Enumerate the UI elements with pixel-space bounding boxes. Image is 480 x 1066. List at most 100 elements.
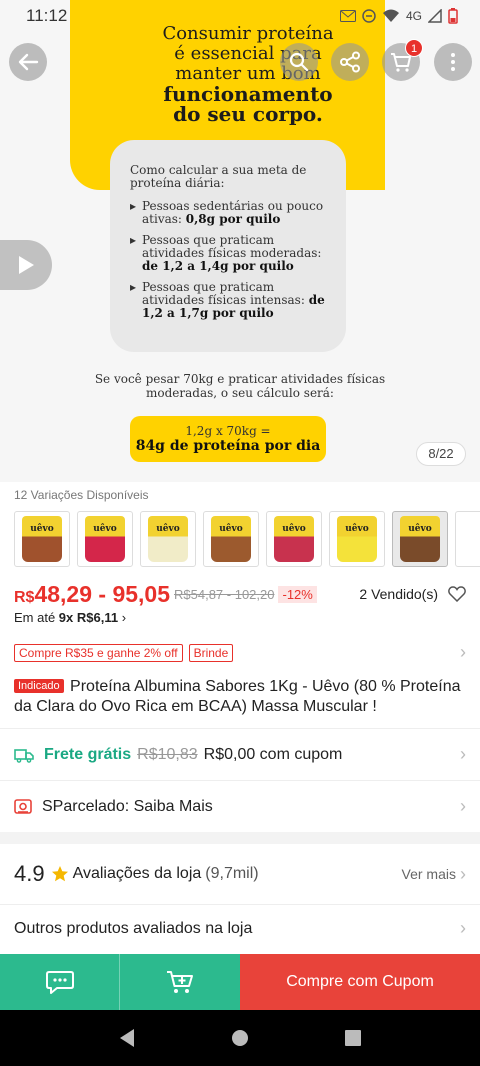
variation-thumbnail[interactable]: uêvo [140,511,196,567]
calc-text: Se você pesar 70kg e praticar atividades… [94,372,386,400]
brand-label: uêvo [30,524,54,534]
section-divider [0,832,480,844]
signal-icon [428,9,442,23]
chevron-right-icon: › [460,918,466,938]
variation-thumbnail[interactable]: uêvo [392,511,448,567]
play-video-button[interactable] [0,240,52,290]
shipping-row[interactable]: Frete grátis R$10,83 R$0,00 com cupom › [0,728,480,780]
brand-label: uêvo [282,524,306,534]
chevron-right-icon: › [460,744,466,764]
cart-count-badge: 1 [405,39,423,57]
brand-label: uêvo [408,524,432,534]
cart-button[interactable]: 1 [382,39,423,81]
variations-list: uêvo uêvo uêvo uêvo uêvo uêvo uêvo [14,511,480,567]
wifi-icon [382,9,399,22]
search-icon [289,52,309,72]
system-nav-bar [0,1010,480,1066]
star-icon [51,866,68,882]
product-bag-image: uêvo [400,516,440,562]
calc-line1: 1,2g x 70kg = [185,424,271,438]
variation-thumbnail[interactable] [455,511,480,567]
share-button[interactable] [331,43,369,81]
chevron-right-icon: › [460,642,466,662]
rating-label: Avaliações da loja [72,865,202,882]
installment-plan-row[interactable]: SParcelado: Saiba Mais › [0,780,480,832]
status-time: 11:12 [26,6,68,25]
brand-label: uêvo [93,524,117,534]
variation-thumbnail[interactable]: uêvo [266,511,322,567]
variation-thumbnail[interactable]: uêvo [77,511,133,567]
shipping-old-price: R$10,83 [137,745,198,763]
brand-label: uêvo [345,524,369,534]
old-price: R$54,87 - 102,20 [174,586,275,602]
promo-tag: Compre R$35 e ganhe 2% off [14,643,183,662]
free-shipping-label: Frete grátis [44,745,132,763]
product-bag-image: uêvo [274,516,314,562]
variation-thumbnail[interactable]: uêvo [329,511,385,567]
shipping-new-price: R$0,00 com cupom [203,745,343,763]
image-page-indicator: 8/22 [416,442,466,466]
gmail-icon [339,10,356,22]
product-title: Indicado Proteína Albumina Sabores 1Kg -… [14,678,461,715]
installment-icon [14,798,32,814]
chevron-right-icon: › [460,863,466,884]
price-row: R$48,29 - 95,05 R$54,87 - 102,20 -12% 2 … [14,580,466,608]
rating-score: 4.9 [14,861,45,886]
product-bag-image: uêvo [211,516,251,562]
arrow-left-icon [18,53,39,71]
headline-line: funcionamento [163,82,333,106]
variation-thumbnail[interactable]: uêvo [14,511,70,567]
store-rating-row[interactable]: 4.9 Avaliações da loja (9,7mil) Ver mais… [0,850,480,898]
indicado-badge: Indicado [14,679,64,693]
product-bag-image: uêvo [148,516,188,562]
nav-back-icon[interactable] [118,1028,136,1048]
heart-icon[interactable] [448,586,466,602]
product-bag-image: uêvo [85,516,125,562]
share-icon [340,51,360,73]
nav-home-icon[interactable] [231,1029,249,1047]
brand-label: uêvo [219,524,243,534]
play-icon [19,256,34,274]
installment-info[interactable]: Em até 9x R$6,11 › [14,610,126,625]
hero-headline: Consumir proteína é essencial para mante… [128,24,368,126]
info-item: Pessoas sedentárias ou pouco ativas: 0,8… [130,200,340,226]
status-icons: 4G [339,8,458,24]
see-more-link[interactable]: Ver mais [402,866,456,882]
status-bar: 11:12 4G [0,0,480,32]
more-options-button[interactable] [434,43,472,81]
chevron-right-icon: › [460,796,466,816]
do-not-disturb-icon [362,9,376,23]
truck-icon [14,748,34,763]
sold-count: 2 Vendido(s) [359,586,438,602]
battery-icon [448,8,458,24]
bottom-action-bar: Compre com Cupom [0,954,480,1010]
add-cart-icon [167,971,193,993]
rating-count: (9,7mil) [205,865,259,882]
headline-line: do seu corpo. [173,102,323,126]
buy-with-coupon-button[interactable]: Compre com Cupom [240,954,480,1010]
more-vertical-icon [451,53,455,71]
other-products-row[interactable]: Outros produtos avaliados na loja › [0,904,480,952]
info-item: Pessoas que praticam atividades físicas … [130,234,340,273]
gift-tag: Brinde [188,643,234,662]
product-bag-image: uêvo [337,516,377,562]
promo-tags-row[interactable]: Compre R$35 e ganhe 2% off Brinde › [14,642,466,663]
variations-label: 12 Variações Disponíveis [14,488,149,502]
price: R$48,29 - 95,05 [14,580,171,607]
calc-line2: 84g de proteína por dia [135,438,321,454]
protein-info-content: Como calcular a sua meta de proteína diá… [130,164,340,328]
network-label: 4G [405,9,422,23]
info-item: Pessoas que praticam atividades físicas … [130,281,340,320]
brand-label: uêvo [156,524,180,534]
other-products-label: Outros produtos avaliados na loja [14,919,253,937]
discount-badge: -12% [278,585,317,603]
add-to-cart-button[interactable] [120,954,240,1010]
search-button[interactable] [280,43,318,81]
nav-recents-icon[interactable] [344,1029,362,1047]
chat-button[interactable] [0,954,120,1010]
back-button[interactable] [9,43,47,81]
info-title: Como calcular a sua meta de proteína diá… [130,163,307,190]
installment-plan-label: SParcelado: Saiba Mais [42,797,213,815]
product-bag-image: uêvo [22,516,62,562]
variation-thumbnail[interactable]: uêvo [203,511,259,567]
